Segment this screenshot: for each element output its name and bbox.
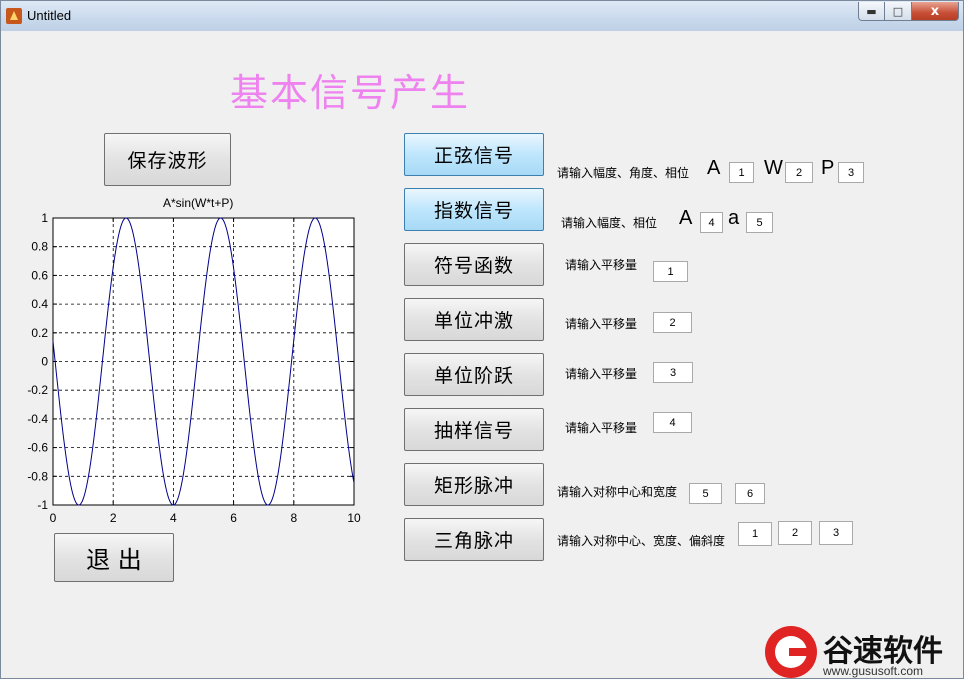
gusu-logo-icon	[765, 626, 817, 678]
rect-param-label: 请输入对称中心和宽度	[557, 485, 678, 499]
y-tick-label: 1	[41, 211, 48, 225]
tri-param-label: 请输入对称中心、宽度、偏斜度	[557, 534, 726, 548]
tri-center-input[interactable]: 1	[738, 522, 772, 546]
y-tick-label: -1	[37, 498, 48, 512]
sine-p-label: P	[821, 157, 835, 179]
y-tick-label: -0.6	[27, 441, 48, 455]
sine-phase-input[interactable]: 3	[838, 162, 864, 183]
exp-alpha-input[interactable]: 5	[746, 212, 773, 233]
sign-shift-label: 请输入平移量	[565, 258, 638, 272]
exp-param-label: 请输入幅度、相位	[561, 216, 658, 230]
watermark: 谷速软件 www.gususoft.com	[765, 622, 964, 679]
sine-param-label: 请输入幅度、角度、相位	[557, 166, 690, 180]
sine-w-label: W	[764, 157, 783, 179]
y-tick-label: 0.4	[31, 297, 48, 311]
sign-function-button[interactable]: 符号函数	[404, 243, 544, 286]
sign-shift-input[interactable]: 1	[653, 261, 688, 282]
watermark-url: www.gususoft.com	[823, 664, 924, 678]
step-shift-input[interactable]: 3	[653, 362, 693, 383]
sine-a-label: A	[707, 157, 721, 179]
rect-width-input[interactable]: 6	[735, 483, 765, 504]
exp-alpha-label: a	[728, 207, 740, 229]
x-tick-label: 0	[50, 511, 57, 525]
sine-signal-button[interactable]: 正弦信号	[404, 133, 544, 176]
y-tick-label: 0.8	[31, 240, 48, 254]
exp-amplitude-input[interactable]: 4	[700, 212, 723, 233]
exponential-signal-button[interactable]: 指数信号	[404, 188, 544, 231]
sampling-shift-label: 请输入平移量	[565, 421, 638, 435]
y-tick-label: -0.4	[27, 412, 48, 426]
impulse-shift-input[interactable]: 2	[653, 312, 692, 333]
x-tick-label: 2	[110, 511, 117, 525]
y-tick-label: 0.2	[31, 326, 48, 340]
y-tick-label: -0.8	[27, 469, 48, 483]
x-tick-label: 6	[230, 511, 237, 525]
unit-step-button[interactable]: 单位阶跃	[404, 353, 544, 396]
x-tick-label: 4	[170, 511, 177, 525]
y-tick-label: 0.6	[31, 268, 48, 282]
sine-omega-input[interactable]: 2	[785, 162, 813, 183]
impulse-shift-label: 请输入平移量	[565, 317, 638, 331]
x-tick-label: 10	[347, 511, 361, 525]
rect-center-input[interactable]: 5	[689, 483, 722, 504]
step-shift-label: 请输入平移量	[565, 367, 638, 381]
y-tick-label: -0.2	[27, 383, 48, 397]
tri-pulse-button[interactable]: 三角脉冲	[404, 518, 544, 561]
sampling-shift-input[interactable]: 4	[653, 412, 692, 433]
sine-amplitude-input[interactable]: 1	[729, 162, 754, 183]
unit-impulse-button[interactable]: 单位冲激	[404, 298, 544, 341]
x-tick-label: 8	[290, 511, 297, 525]
sampling-signal-button[interactable]: 抽样信号	[404, 408, 544, 451]
exp-a-label: A	[679, 207, 693, 229]
tri-skew-input[interactable]: 3	[819, 521, 853, 545]
rect-pulse-button[interactable]: 矩形脉冲	[404, 463, 544, 506]
y-tick-label: 0	[41, 355, 48, 369]
tri-width-input[interactable]: 2	[778, 521, 812, 545]
